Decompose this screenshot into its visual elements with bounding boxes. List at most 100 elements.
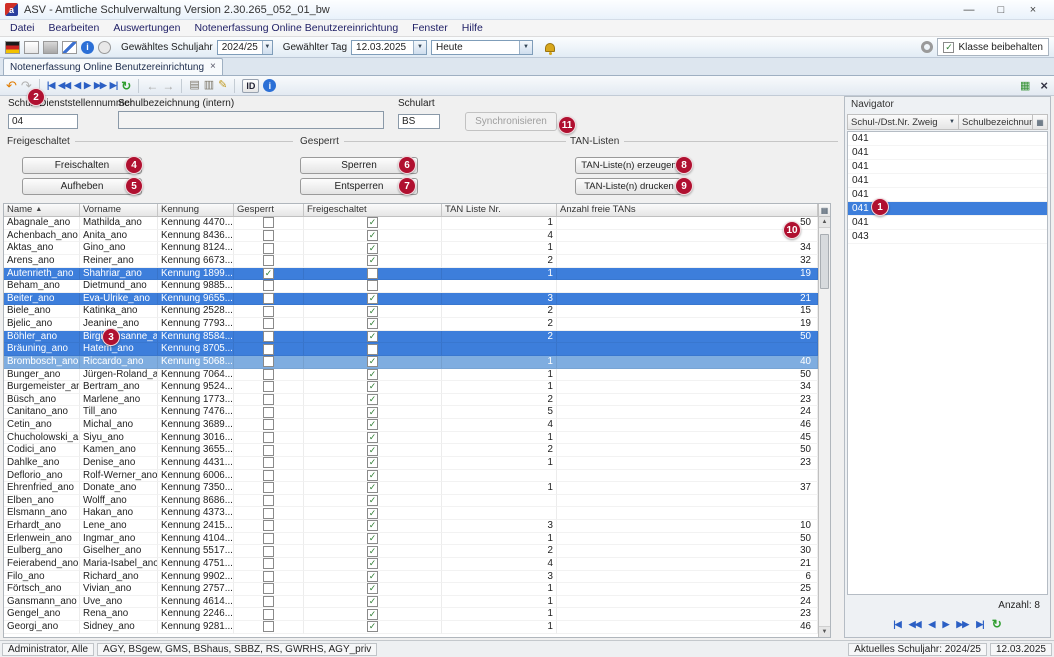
germany-flag-icon[interactable] [5,41,20,54]
gesperrt-checkbox[interactable] [263,508,274,519]
table-row[interactable]: Burgemeister_anoBertram_anoKennung 9524.… [4,381,818,394]
freigeschaltet-checkbox[interactable]: ✓ [367,306,378,317]
gesperrt-checkbox[interactable] [263,495,274,506]
minimize-button[interactable]: — [953,1,985,19]
column-header-vorname[interactable]: Vorname [80,204,158,216]
table-row[interactable]: Achenbach_anoAnita_anoKennung 8436...✓4 [4,230,818,243]
column-header-freigeschaltet[interactable]: Freigeschaltet [304,204,442,216]
school-number-input[interactable]: 04 [8,114,78,129]
navigate-back-icon[interactable]: ← [146,80,158,92]
freigeschaltet-checkbox[interactable]: ✓ [367,432,378,443]
table-row[interactable]: Arens_anoReiner_anoKennung 6673...✓232 [4,255,818,268]
column-header-name[interactable]: Name ▲ [4,204,80,216]
next-record-icon[interactable]: ▶ [942,619,948,630]
table-row[interactable]: Gansmann_anoUve_anoKennung 4614...✓124 [4,596,818,609]
table-row[interactable]: Erlenwein_anoIngmar_anoKennung 4104...✓1… [4,533,818,546]
freigeschaltet-checkbox[interactable] [367,268,378,279]
table-row[interactable]: Bräuning_anoHatem_anoKennung 8705... [4,343,818,356]
gesperrt-checkbox[interactable] [263,255,274,266]
table-row[interactable]: Filo_anoRichard_anoKennung 9902...✓36 [4,571,818,584]
freigeschaltet-checkbox[interactable]: ✓ [367,217,378,228]
gesperrt-checkbox[interactable] [263,306,274,317]
navigate-forward-icon[interactable]: → [162,80,174,92]
id-button[interactable]: ID [242,79,259,93]
table-row[interactable]: Cetin_anoMichal_anoKennung 3689...✓446 [4,419,818,432]
gesperrt-checkbox[interactable] [263,407,274,418]
school-year-select[interactable]: 2024/25 ▼ [217,40,273,55]
status-circle-icon[interactable] [98,41,111,54]
table-row[interactable]: Erhardt_anoLene_anoKennung 2415...✓310 [4,520,818,533]
navigator-column-schulbezeichnung[interactable]: Schulbezeichnung [959,114,1033,130]
table-row[interactable]: Brombosch_anoRiccardo_anoKennung 5068...… [4,356,818,369]
freigeschaltet-checkbox[interactable]: ✓ [367,318,378,329]
gesperrt-checkbox[interactable] [263,318,274,329]
gesperrt-checkbox[interactable] [263,419,274,430]
paste-icon[interactable]: ▥ [204,80,214,91]
table-row[interactable]: Abagnale_anoMathilda_anoKennung 4470...✓… [4,217,818,230]
brush-icon[interactable]: ✎ [218,80,227,91]
freigeschaltet-checkbox[interactable]: ✓ [367,255,378,266]
menu-item[interactable]: Datei [3,20,42,36]
fast-backward-icon[interactable]: ◀◀ [58,81,70,90]
freigeschaltet-checkbox[interactable]: ✓ [367,482,378,493]
gesperrt-checkbox[interactable] [263,445,274,456]
freischalten-button[interactable]: Freischalten [22,157,142,174]
fast-forward-icon[interactable]: ▶▶ [956,619,968,630]
gesperrt-checkbox[interactable] [263,230,274,241]
navigator-row[interactable]: 041 [848,146,1047,160]
freigeschaltet-checkbox[interactable]: ✓ [367,546,378,557]
table-row[interactable]: Dahlke_anoDenise_anoKennung 4431...✓123 [4,457,818,470]
column-header-gesperrt[interactable]: Gesperrt [234,204,304,216]
table-row[interactable]: Aktas_anoGino_anoKennung 8124...✓134 [4,242,818,255]
freigeschaltet-checkbox[interactable]: ✓ [367,533,378,544]
navigator-row[interactable]: 041 [848,174,1047,188]
gesperrt-checkbox[interactable] [263,457,274,468]
freigeschaltet-checkbox[interactable] [367,344,378,355]
column-header-kennung[interactable]: Kennung [158,204,234,216]
gesperrt-checkbox[interactable] [263,583,274,594]
edit-pen-icon[interactable] [62,41,77,54]
freigeschaltet-checkbox[interactable]: ✓ [367,369,378,380]
tan-erzeugen-button[interactable]: TAN-Liste(n) erzeugen [575,157,683,174]
last-record-icon[interactable]: ▶| [110,81,117,90]
refresh-icon[interactable]: ↻ [992,617,1002,631]
freigeschaltet-checkbox[interactable]: ✓ [367,596,378,607]
document-icon[interactable] [24,41,39,54]
navigator-toggle-icon[interactable]: ▦ [1020,79,1030,92]
last-record-icon[interactable]: ▶| [976,619,983,630]
gesperrt-checkbox[interactable] [263,621,274,632]
column-header-anzahl-freie-tans[interactable]: Anzahl freie TANs [557,204,818,216]
table-row[interactable]: Canitano_anoTill_anoKennung 7476...✓524 [4,406,818,419]
day-select[interactable]: 12.03.2025 ▼ [351,40,427,55]
gesperrt-checkbox[interactable] [263,546,274,557]
undo-icon[interactable]: ↶ [6,79,17,92]
table-row[interactable]: Beham_anoDietmund_anoKennung 9885... [4,280,818,293]
next-record-icon[interactable]: ▶ [84,81,90,90]
freigeschaltet-checkbox[interactable]: ✓ [367,609,378,620]
table-row[interactable]: Ehrenfried_anoDonate_anoKennung 7350...✓… [4,482,818,495]
refresh-icon[interactable]: ↻ [121,80,131,92]
close-panel-icon[interactable]: × [1040,78,1048,93]
column-config-icon[interactable]: ▦ [1033,114,1048,130]
scroll-down-icon[interactable]: ▼ [819,626,830,637]
freigeschaltet-checkbox[interactable]: ✓ [367,520,378,531]
gesperrt-checkbox[interactable] [263,482,274,493]
previous-record-icon[interactable]: ◀ [74,81,80,90]
gesperrt-checkbox[interactable] [263,293,274,304]
gesperrt-checkbox[interactable] [263,243,274,254]
freigeschaltet-checkbox[interactable]: ✓ [367,293,378,304]
table-row[interactable]: Bunger_anoJürgen-Roland_anoKennung 7064.… [4,369,818,382]
table-row[interactable]: Bjelic_anoJeanine_anoKennung 7793...✓219 [4,318,818,331]
table-row[interactable]: Büsch_anoMarlene_anoKennung 1773...✓223 [4,394,818,407]
table-row[interactable]: Codici_anoKamen_anoKennung 3655...✓250 [4,444,818,457]
aufheben-button[interactable]: Aufheben [22,178,142,195]
table-row[interactable]: Beiter_anoEva-Ulrike_anoKennung 9655...✓… [4,293,818,306]
gesperrt-checkbox[interactable] [263,381,274,392]
gesperrt-checkbox[interactable] [263,217,274,228]
gesperrt-checkbox[interactable] [263,470,274,481]
scroll-thumb[interactable] [820,234,829,289]
table-row[interactable]: Biele_anoKatinka_anoKennung 2528...✓215 [4,305,818,318]
close-button[interactable]: × [1017,1,1049,19]
gesperrt-checkbox[interactable] [263,533,274,544]
school-type-input[interactable]: BS [398,114,440,129]
